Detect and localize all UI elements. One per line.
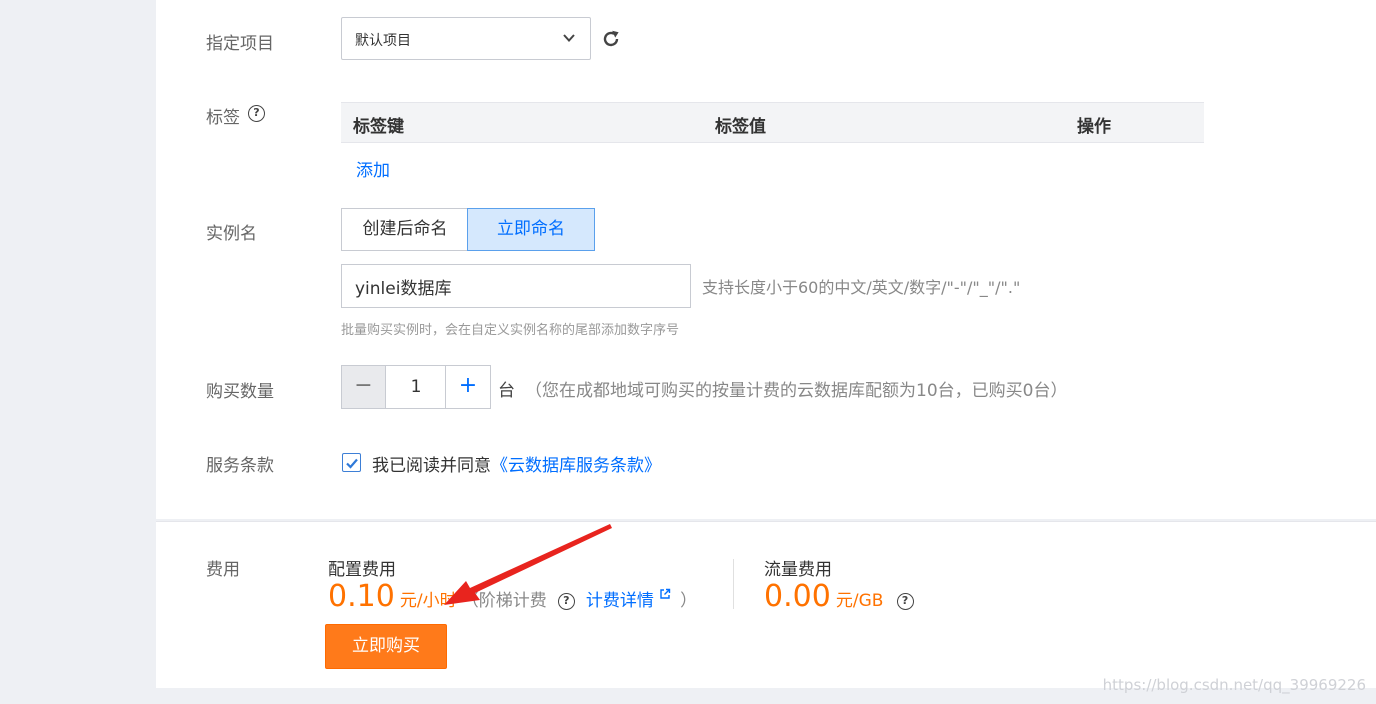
add-tag-link[interactable]: 添加	[356, 156, 390, 181]
refresh-icon[interactable]	[600, 28, 622, 54]
quantity-value[interactable]: 1	[386, 366, 446, 408]
config-fee-title: 配置费用	[328, 560, 396, 580]
check-icon	[345, 458, 358, 469]
quota-note: （您在成都地域可购买的按量计费的云数据库配额为10台，已购买0台）	[525, 381, 1068, 401]
traffic-fee-price: 0.00	[764, 579, 831, 614]
batch-naming-hint: 批量购买实例时，会在自定义实例名称的尾部添加数字序号	[341, 323, 680, 338]
tag-value-header: 标签值	[715, 117, 766, 137]
tags-table-header: 标签键 标签值 操作	[341, 102, 1204, 143]
config-panel	[156, 0, 1376, 519]
tag-key-header: 标签键	[353, 117, 404, 137]
decrease-button[interactable]: −	[342, 366, 386, 408]
instance-name-hint: 支持长度小于60的中文/英文/数字/"-"/"_"/"."	[702, 278, 1021, 297]
cost-label: 费用	[206, 560, 240, 580]
name-now-option[interactable]: 立即命名	[467, 208, 595, 251]
increase-button[interactable]: +	[445, 366, 490, 408]
help-icon[interactable]: ?	[248, 105, 265, 122]
terms-text: 我已阅读并同意	[372, 456, 491, 476]
terms-checkbox[interactable]	[342, 453, 361, 472]
tier-billing-close: ）	[680, 591, 698, 611]
watermark-text: https://blog.csdn.net/qq_39969226	[1102, 676, 1366, 694]
chevron-down-icon	[563, 34, 575, 42]
instance-name-field[interactable]	[341, 264, 691, 308]
external-link-icon	[660, 588, 671, 599]
terms-link[interactable]: 《云数据库服务条款》	[491, 456, 661, 476]
traffic-fee-title: 流量费用	[764, 560, 832, 580]
tags-label: 标签	[206, 108, 240, 128]
instance-name-label: 实例名	[206, 224, 257, 244]
instance-name-input[interactable]	[342, 265, 690, 307]
project-label: 指定项目	[206, 34, 274, 54]
cost-divider	[733, 559, 734, 609]
project-select[interactable]: 默认项目	[341, 17, 591, 60]
help-icon[interactable]: ?	[896, 593, 914, 610]
quantity-stepper: − 1 +	[341, 365, 491, 409]
project-selected-value: 默认项目	[355, 33, 411, 49]
config-fee-price: 0.10	[328, 579, 395, 614]
quantity-unit: 台	[498, 381, 515, 401]
terms-label: 服务条款	[206, 456, 274, 476]
name-after-create-option[interactable]: 创建后命名	[341, 208, 468, 251]
traffic-fee-unit: 元/GB	[835, 591, 884, 611]
tag-action-header: 操作	[1077, 117, 1111, 137]
annotation-arrow-icon	[444, 524, 612, 605]
quantity-label: 购买数量	[206, 382, 274, 402]
buy-now-button[interactable]: 立即购买	[325, 624, 447, 669]
